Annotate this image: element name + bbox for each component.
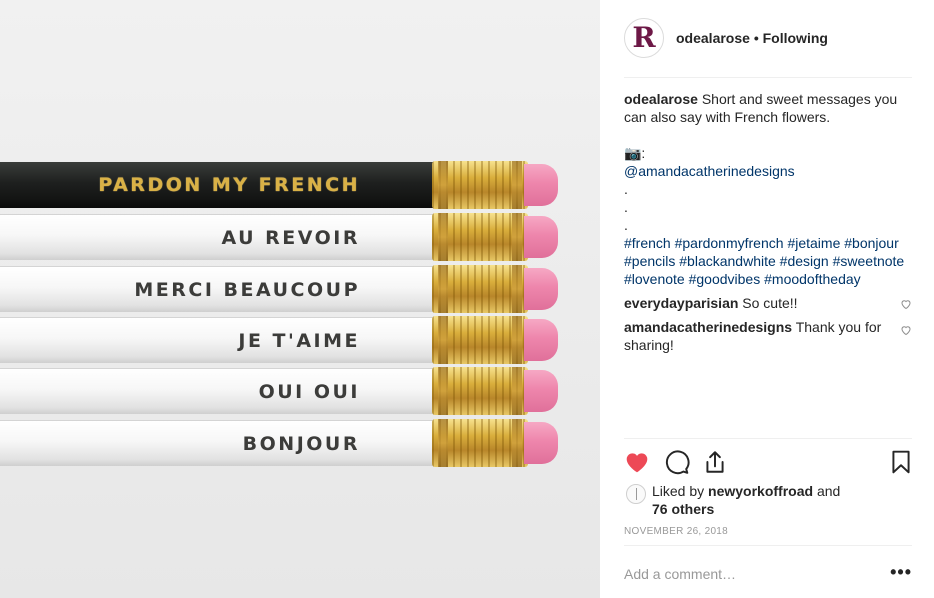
pencil-eraser (524, 422, 558, 464)
following-button[interactable]: Following (763, 30, 828, 46)
comment-like-heart-icon[interactable] (900, 324, 912, 336)
more-options-icon[interactable]: ••• (890, 562, 912, 583)
username-link[interactable]: odealarose (676, 30, 750, 46)
bookmark-save-icon[interactable] (888, 449, 914, 475)
liker-username[interactable]: newyorkoffroad (708, 483, 813, 499)
likes-prefix: Liked by (652, 483, 709, 499)
pencil-eraser (524, 164, 558, 206)
hashtag-link[interactable]: #goodvibes (689, 271, 761, 287)
hashtag-link[interactable]: #pardonmyfrench (675, 235, 784, 251)
pencil-je-taime: JE T'AIME (0, 316, 600, 364)
pencil-ferrule (432, 316, 528, 364)
likes-mid: and (813, 483, 841, 499)
hashtags: #french #pardonmyfrench #jetaime #bonjou… (624, 234, 912, 288)
pencil-au-revoir: AU REVOIR (0, 213, 600, 261)
pencil-bonjour: BONJOUR (0, 419, 600, 467)
caption: odealarose Short and sweet messages you … (624, 90, 912, 288)
header-text: odealarose • Following (676, 30, 828, 46)
liker-avatar[interactable] (626, 484, 646, 504)
hashtag-link[interactable]: #moodoftheday (764, 271, 861, 287)
comment-input[interactable] (624, 564, 874, 584)
comment-item: amandacatherinedesigns Thank you for sha… (624, 318, 912, 354)
comment-bubble-icon[interactable] (664, 449, 690, 475)
add-comment-bar: ••• (624, 545, 912, 598)
pencil-label: OUI OUI (258, 380, 360, 403)
comment-item: everydayparisian So cute!! (624, 294, 912, 312)
header-separator: • (749, 30, 763, 46)
avatar[interactable]: R (624, 18, 664, 58)
pencil-oui-oui: OUI OUI (0, 367, 600, 415)
pencil-ferrule (432, 419, 528, 467)
pencil-eraser (524, 319, 558, 361)
comment-username[interactable]: amandacatherinedesigns (624, 319, 792, 335)
post-date[interactable]: NOVEMBER 26, 2018 (624, 526, 728, 537)
post-photo[interactable]: PARDON MY FRENCH AU REVOIR MERCI BEAUCOU… (0, 0, 600, 598)
pencil-ferrule (432, 367, 528, 415)
caption-username[interactable]: odealarose (624, 91, 698, 107)
pencil-ferrule (432, 265, 528, 313)
hashtag-link[interactable]: #pencils (624, 253, 675, 269)
pencil-eraser (524, 216, 558, 258)
pencil-eraser (524, 370, 558, 412)
comment-username[interactable]: everydayparisian (624, 295, 738, 311)
hashtag-link[interactable]: #sweetnote (833, 253, 905, 269)
action-bar (624, 438, 912, 482)
caption-dot: . (624, 199, 628, 215)
comments-section: odealarose Short and sweet messages you … (624, 90, 912, 354)
hashtag-link[interactable]: #blackandwhite (679, 253, 776, 269)
hashtag-link[interactable]: #design (780, 253, 829, 269)
hashtag-link[interactable]: #french (624, 235, 671, 251)
caption-dot: . (624, 217, 628, 233)
hashtag-link[interactable]: #bonjour (844, 235, 899, 251)
post-header: R odealarose • Following (624, 18, 912, 78)
caption-dot: . (624, 181, 628, 197)
pencil-ferrule (432, 213, 528, 261)
hashtag-link[interactable]: #lovenote (624, 271, 685, 287)
post-side-panel: R odealarose • Following odealarose Shor… (600, 0, 934, 598)
pencil-eraser (524, 268, 558, 310)
credit-link[interactable]: @amandacatherinedesigns (624, 162, 912, 180)
likes-others-link[interactable]: 76 others (652, 501, 714, 517)
comment-like-heart-icon[interactable] (900, 298, 912, 310)
comment-text: So cute!! (738, 295, 798, 311)
pencil-label: BONJOUR (242, 432, 360, 455)
pencil-label: AU REVOIR (221, 226, 360, 249)
pencil-label: PARDON MY FRENCH (98, 174, 360, 196)
share-icon[interactable] (702, 449, 728, 475)
avatar-logo-letter: R (632, 21, 656, 54)
pencil-merci-beaucoup: MERCI BEAUCOUP (0, 265, 600, 313)
like-heart-icon[interactable] (624, 449, 650, 475)
hashtag-link[interactable]: #jetaime (787, 235, 840, 251)
likes-summary: Liked by newyorkoffroad and 76 others (624, 482, 912, 518)
pencil-label: JE T'AIME (238, 329, 360, 352)
pencil-pardon-my-french: PARDON MY FRENCH (0, 161, 600, 209)
pencil-ferrule (432, 161, 528, 209)
camera-line: 📷: (624, 145, 646, 161)
pencil-label: MERCI BEAUCOUP (134, 278, 360, 301)
